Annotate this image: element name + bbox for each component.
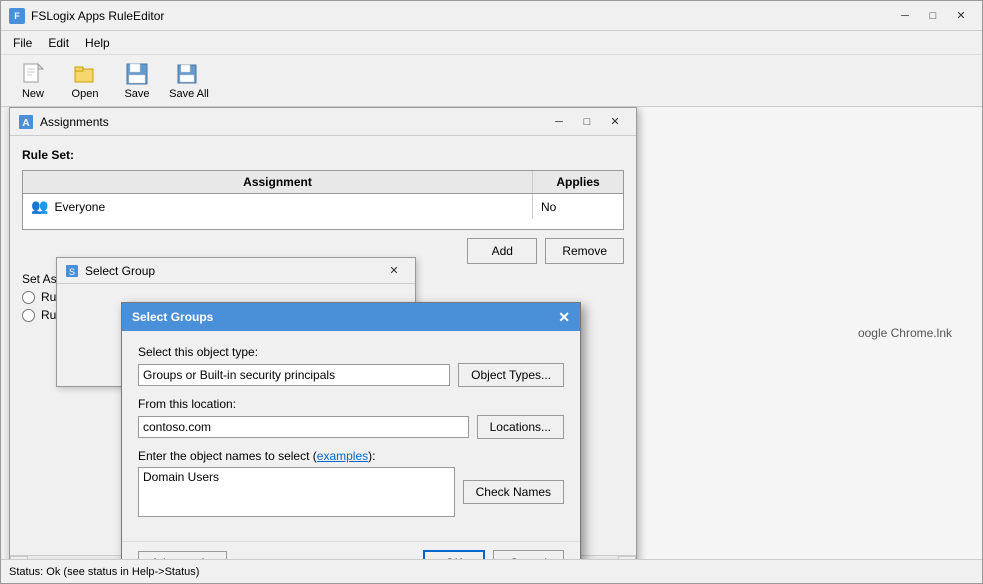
select-groups-cancel[interactable]: Cancel [493,550,564,559]
rule-set-label: Rule Set: [22,148,624,162]
save-all-label: Save All [169,88,209,100]
app-window: F FSLogix Apps RuleEditor ─ □ ✕ File Edi… [0,0,983,584]
object-type-input[interactable] [138,364,450,386]
select-group-title-left: S Select Group [65,264,155,278]
radio-rule-s[interactable] [22,291,35,304]
save-button[interactable]: Save [113,59,161,103]
new-label: New [22,88,44,100]
location-label: From this location: [138,397,564,411]
object-types-button[interactable]: Object Types... [458,363,564,387]
assignment-name: Everyone [54,200,105,214]
assignments-close[interactable]: ✕ [602,112,628,132]
help-menu[interactable]: Help [77,34,118,52]
select-groups-title-text: Select Groups [132,310,213,324]
new-icon [21,62,45,86]
edit-menu[interactable]: Edit [40,34,77,52]
ok-cancel-group: OK Cancel [423,550,564,559]
col-applies-header: Applies [533,171,623,193]
select-groups-dialog: Select Groups ✕ Select this object type:… [121,302,581,559]
menu-bar: File Edit Help [1,31,982,55]
file-menu[interactable]: File [5,34,40,52]
remove-button[interactable]: Remove [545,238,624,264]
svg-text:F: F [14,11,20,21]
save-all-button[interactable]: Save All [165,59,213,103]
location-row: Locations... [138,415,564,439]
open-label: Open [72,88,99,100]
file-path-text: oogle Chrome.lnk [858,326,952,340]
app-icon: F [9,8,25,24]
object-names-group: Enter the object names to select (exampl… [138,449,564,517]
select-groups-ok[interactable]: OK [423,550,484,559]
save-all-icon [177,62,201,86]
assignments-icon: A [18,114,34,130]
select-groups-title-bar: Select Groups ✕ [122,303,580,331]
object-type-label: Select this object type: [138,345,564,359]
assignments-title-left: A Assignments [18,114,109,130]
scroll-right-arrow[interactable]: ► [618,556,636,560]
radio-rule-set-not[interactable] [22,309,35,322]
assignment-table: Assignment Applies 👥 Everyone No [22,170,624,230]
app-title-bar: F FSLogix Apps RuleEditor ─ □ ✕ [1,1,982,31]
location-group: From this location: Locations... [138,397,564,439]
open-button[interactable]: Open [61,59,109,103]
assignments-controls: ─ □ ✕ [546,112,628,132]
svg-text:A: A [22,118,29,129]
locations-button[interactable]: Locations... [477,415,564,439]
status-text: Status: Ok (see status in Help->Status) [9,566,199,578]
status-bar: Status: Ok (see status in Help->Status) [1,559,982,583]
close-button[interactable]: ✕ [948,6,974,26]
col-assignment-header: Assignment [23,171,533,193]
table-row[interactable]: 👥 Everyone No [23,194,623,219]
maximize-button[interactable]: □ [920,6,946,26]
svg-text:S: S [69,267,75,277]
select-group-title-bar: S Select Group ✕ [57,258,415,284]
assignments-maximize[interactable]: □ [574,112,600,132]
select-group-content [57,284,415,304]
select-group-icon: S [65,264,79,278]
select-group-title-text: Select Group [85,264,155,278]
assignments-title-bar: A Assignments ─ □ ✕ [10,108,636,136]
check-names-button[interactable]: Check Names [463,480,564,504]
select-group-close[interactable]: ✕ [381,261,407,281]
app-title: FSLogix Apps RuleEditor [31,9,164,23]
applies-cell: No [533,196,623,218]
minimize-button[interactable]: ─ [892,6,918,26]
object-type-group: Select this object type: Object Types... [138,345,564,387]
scroll-left-arrow[interactable]: ◄ [10,556,28,560]
save-icon [125,62,149,86]
table-header: Assignment Applies [23,171,623,194]
add-button[interactable]: Add [467,238,537,264]
location-input[interactable] [138,416,469,438]
object-names-label: Enter the object names to select (exampl… [138,449,564,463]
toolbar: New Open Save [1,55,982,107]
object-names-row: Domain Users Check Names [138,467,564,517]
object-names-textarea[interactable]: Domain Users [138,467,455,517]
save-label: Save [124,88,149,100]
title-bar-controls: ─ □ ✕ [892,6,974,26]
title-bar-left: F FSLogix Apps RuleEditor [9,8,164,24]
people-icon: 👥 [31,198,48,215]
select-groups-content: Select this object type: Object Types...… [122,331,580,541]
object-type-row: Object Types... [138,363,564,387]
select-groups-bottom: Advanced... OK Cancel [122,541,580,559]
examples-link[interactable]: examples [317,449,368,463]
select-groups-close[interactable]: ✕ [558,309,570,326]
assignments-title-text: Assignments [40,115,109,129]
main-content: Google_Chrome oogle Chrome.lnk A Assignm… [1,107,982,559]
assignment-cell: 👥 Everyone [23,194,533,219]
advanced-button[interactable]: Advanced... [138,551,227,559]
assignments-minimize[interactable]: ─ [546,112,572,132]
new-button[interactable]: New [9,59,57,103]
open-icon [73,62,97,86]
